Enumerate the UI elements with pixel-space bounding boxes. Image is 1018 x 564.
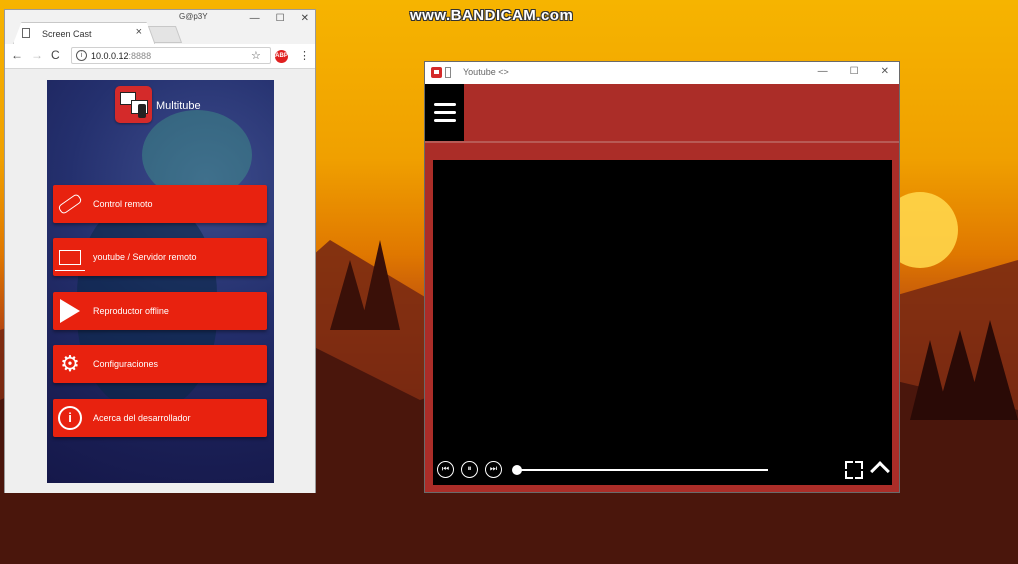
site-info-icon[interactable]: i (76, 50, 87, 61)
app-title: Multitube (156, 100, 201, 112)
minimize-button[interactable]: — (818, 66, 828, 77)
browser-tab-screen-cast[interactable]: Screen Cast × (13, 22, 155, 44)
app-header (425, 84, 899, 141)
next-track-icon[interactable]: ⏭ (485, 461, 502, 478)
maximize-button[interactable]: ☐ (850, 66, 859, 77)
menu-button-label: Control remoto (93, 199, 153, 209)
page-icon (22, 28, 30, 38)
remote-icon (53, 185, 87, 223)
tab-close-icon[interactable]: × (136, 26, 142, 38)
new-tab-button[interactable] (147, 26, 183, 43)
menu-button-acerca[interactable]: i Acerca del desarrollador (53, 399, 267, 437)
profile-badge[interactable]: G@p3Y (179, 12, 208, 21)
video-player[interactable]: ⏮ ⏸ ⏭ (433, 160, 892, 485)
reload-button[interactable]: C (51, 48, 60, 62)
url-port: :8888 (128, 50, 152, 61)
info-icon: i (53, 399, 87, 437)
menu-button-reproductor-offline[interactable]: Reproductor offline (53, 292, 267, 330)
chrome-window-controls: — ☐ ✕ (250, 13, 309, 24)
window-title: Youtube <> (463, 67, 509, 77)
header-divider (425, 141, 899, 143)
app-icon (431, 67, 442, 78)
menu-button-control-remoto[interactable]: Control remoto (53, 185, 267, 223)
youtube-app-window: Youtube <> — ☐ ✕ ⏮ ⏸ ⏭ (424, 61, 900, 493)
pause-icon[interactable]: ⏸ (461, 461, 478, 478)
seek-handle[interactable] (512, 465, 522, 475)
hamburger-menu-button[interactable] (425, 84, 464, 141)
minimize-button[interactable]: — (250, 13, 260, 24)
fullscreen-icon[interactable] (845, 461, 863, 479)
tab-title: Screen Cast (42, 28, 92, 39)
maximize-button[interactable]: ☐ (276, 13, 285, 24)
multitube-app: Multitube Control remoto youtube / Servi… (47, 80, 274, 483)
seek-bar[interactable] (520, 469, 768, 471)
gear-icon: ⚙ (60, 351, 80, 376)
menu-button-label: Acerca del desarrollador (93, 413, 191, 423)
menu-button-label: youtube / Servidor remoto (93, 252, 197, 262)
pin-icon[interactable] (445, 67, 451, 78)
bookmark-star-icon[interactable]: ☆ (251, 49, 261, 62)
close-button[interactable]: ✕ (881, 66, 889, 77)
browser-toolbar: ← → C i 10.0.0.12:8888 ☆ ABP ⋮ (5, 44, 315, 69)
menu-button-label: Reproductor offline (93, 306, 169, 316)
browser-menu-icon[interactable]: ⋮ (299, 49, 310, 62)
menu-button-configuraciones[interactable]: ⚙ Configuraciones (53, 345, 267, 383)
chrome-browser-window: Screen Cast × G@p3Y — ☐ ✕ ← → C i 10.0.0… (4, 9, 316, 493)
menu-button-label: Configuraciones (93, 359, 159, 369)
address-bar[interactable]: i 10.0.0.12:8888 (71, 47, 271, 64)
previous-track-icon[interactable]: ⏮ (437, 461, 454, 478)
monitor-play-icon (53, 238, 87, 276)
tab-strip: Screen Cast × G@p3Y — ☐ ✕ (5, 10, 315, 44)
chevron-up-icon[interactable] (870, 461, 890, 481)
menu-button-youtube-servidor[interactable]: youtube / Servidor remoto (53, 238, 267, 276)
window-controls: — ☐ ✕ (818, 66, 889, 77)
adblock-extension-icon[interactable]: ABP (275, 50, 288, 63)
close-button[interactable]: ✕ (301, 13, 309, 24)
window-titlebar[interactable]: Youtube <> — ☐ ✕ (425, 62, 899, 85)
forward-button[interactable]: → (31, 48, 43, 62)
multitube-logo-icon (115, 86, 152, 123)
back-button[interactable]: ← (11, 48, 23, 62)
bandicam-watermark: www.BANDICAM.com (410, 7, 574, 24)
play-icon (53, 292, 87, 330)
url-host: 10.0.0.12 (91, 50, 129, 61)
page-viewport: Multitube Control remoto youtube / Servi… (5, 69, 315, 493)
